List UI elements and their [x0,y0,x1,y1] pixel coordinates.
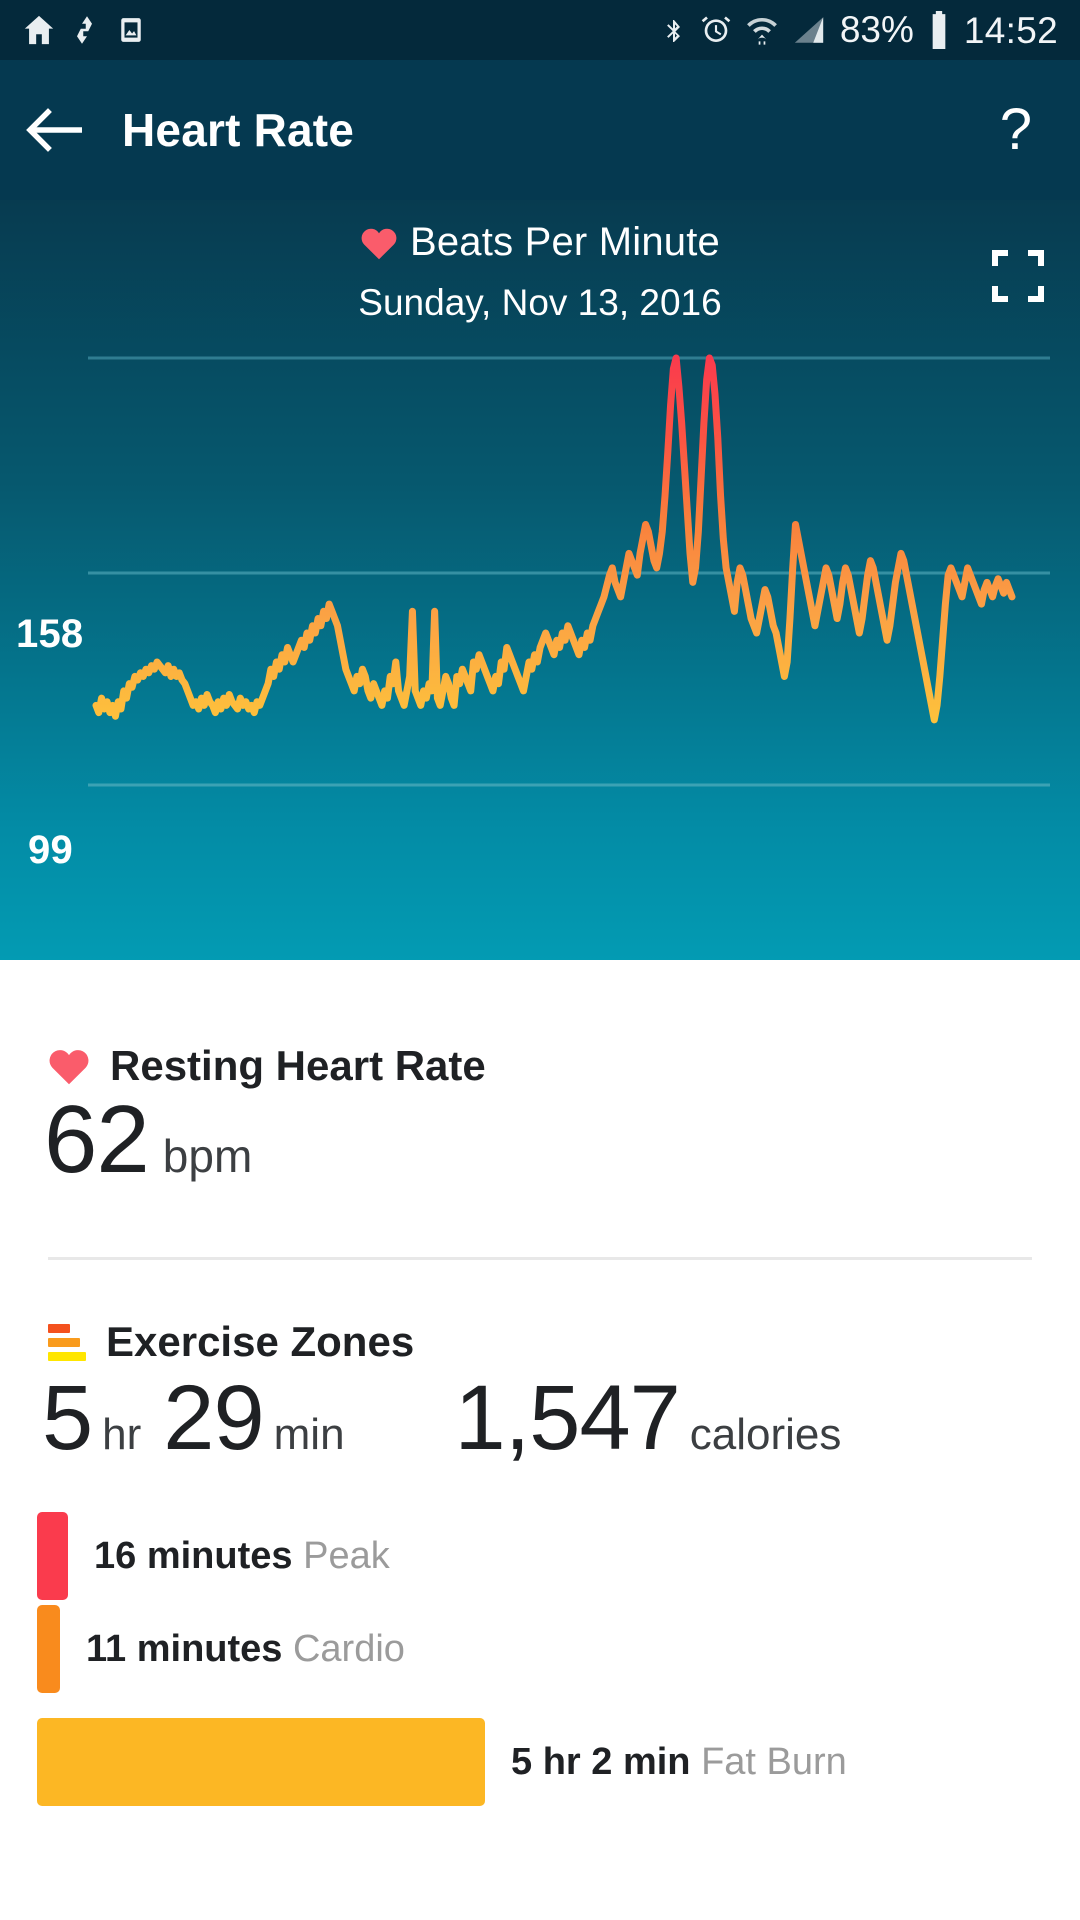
details-area: Resting Heart Rate 62 bpm Exercise Zones… [0,960,1080,1920]
section-divider [48,1257,1032,1260]
zone-bar-peak [37,1512,68,1600]
android-status-bar: 83% 14:52 [0,0,1080,60]
exercise-zones-label: Exercise Zones [106,1318,414,1366]
zones-minutes-unit: min [274,1410,345,1460]
battery-icon [928,11,950,49]
sync-icon [72,13,102,47]
resting-heart-rate-heading: Resting Heart Rate [48,1042,486,1090]
zones-minutes-value: 29 [163,1372,263,1464]
alarm-icon [700,13,732,47]
zone-name-cardio: Cardio [293,1628,405,1670]
heart-icon [48,1047,90,1085]
zone-label-fat-burn: 5 hr 2 min Fat Burn [511,1741,847,1784]
zones-bars-icon [48,1324,86,1361]
zone-label-peak: 16 minutes Peak [94,1535,390,1578]
zones-calories-unit: calories [690,1410,842,1460]
heart-rate-chart-card: Beats Per Minute Sunday, Nov 13, 2016 [0,200,1080,960]
zone-row-peak[interactable]: 16 minutes Peak [37,1512,390,1600]
wifi-icon [746,13,778,47]
zone-bar-cardio [37,1605,60,1693]
home-icon [22,13,56,47]
resting-heart-rate-value: 62 bpm [44,1092,252,1188]
zone-row-cardio[interactable]: 11 minutes Cardio [37,1605,405,1693]
resting-heart-rate-label: Resting Heart Rate [110,1042,486,1090]
help-button[interactable]: ? [986,95,1046,165]
back-button[interactable] [0,108,110,152]
clock-label: 14:52 [964,12,1058,49]
zone-duration-fat-burn: 5 hr 2 min [511,1741,691,1783]
heart-rate-screen: 83% 14:52 Heart Rate ? Beats Per Minute … [0,0,1080,1920]
zone-duration-cardio: 11 minutes [86,1628,282,1670]
heart-rate-plot [0,200,1080,960]
zones-hours-value: 5 [42,1372,92,1464]
zone-name-fat-burn: Fat Burn [701,1741,847,1783]
heart-rate-line [96,358,1012,720]
zones-calories-group: 1,547 calories [455,1372,864,1464]
y-axis-tick-99: 99 [28,828,73,873]
exercise-zones-heading: Exercise Zones [48,1318,414,1366]
zone-label-cardio: 11 minutes Cardio [86,1628,405,1671]
resting-bpm-unit: bpm [163,1129,252,1183]
zone-duration-peak: 16 minutes [94,1535,293,1577]
page-title: Heart Rate [122,103,354,157]
back-arrow-icon [26,108,84,152]
status-bar-left-icons [0,13,144,47]
status-bar-right-icons: 83% 14:52 [662,9,1080,51]
zone-name-peak: Peak [303,1535,390,1577]
screenshot-icon [118,13,144,47]
zones-calories-value: 1,547 [455,1372,680,1464]
bluetooth-icon [662,13,686,47]
y-axis-tick-158: 158 [16,612,83,657]
battery-percent-label: 83% [840,9,914,51]
exercise-zones-summary: 5 hr 29 min 1,547 calories [42,1372,1032,1464]
signal-icon [792,13,826,47]
resting-bpm-number: 62 [44,1092,149,1188]
zone-row-fat-burn[interactable]: 5 hr 2 min Fat Burn [37,1718,847,1806]
app-bar: Heart Rate ? [0,60,1080,200]
zone-bar-fat-burn [37,1718,485,1806]
zones-hours-unit: hr [102,1410,141,1460]
